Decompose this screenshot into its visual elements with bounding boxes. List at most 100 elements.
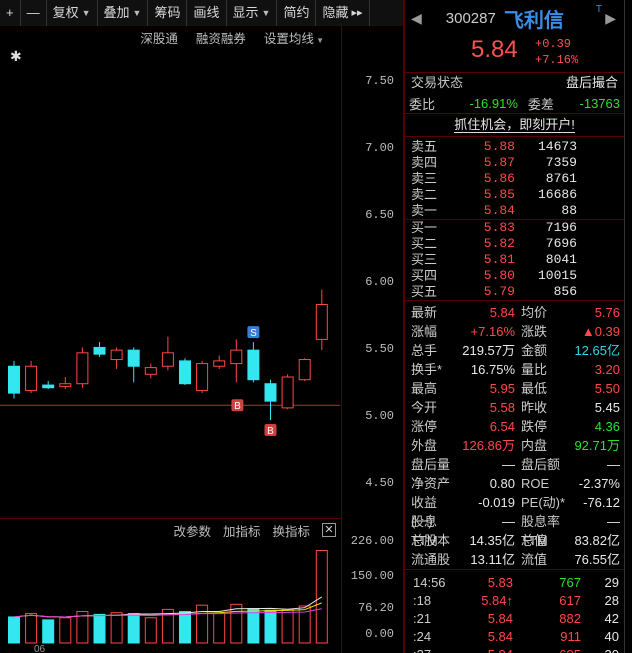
ask-row[interactable]: 卖五 5.88 14673 [405, 139, 624, 155]
diejia-button[interactable]: 叠加 ▼ [98, 0, 149, 26]
stat-row: 换手* 16.75% 量比 3.20 [405, 360, 624, 379]
bid-volume: 856 [553, 284, 577, 299]
tick-volume: 617 [559, 593, 581, 608]
stat-row: 涨停 6.54 跌停 4.36 [405, 417, 624, 436]
price-label: 6.50 [365, 207, 394, 222]
zoom-out-button[interactable]: — [21, 0, 47, 26]
stat-key: 股息率TTM [521, 514, 561, 548]
zoom-in-button[interactable]: + [0, 0, 21, 26]
stat-value: 5.95 [489, 381, 515, 396]
chart-divider [0, 518, 342, 519]
huanzhibiao-button[interactable]: 换指标 [272, 521, 310, 540]
bid-price: 5.79 [483, 284, 515, 299]
candle-body [247, 349, 260, 381]
jianyue-button[interactable]: 简约 [277, 0, 317, 26]
junxian-label: 设置均线 [263, 31, 314, 46]
candle-body [144, 367, 157, 375]
volume-bar [127, 613, 140, 644]
star-icon: ✱ [10, 48, 22, 64]
candle-body [127, 349, 140, 367]
kline-chart[interactable]: ✱ S B B [0, 48, 340, 518]
weicha-label: 委差 [527, 96, 554, 112]
chart-toolbar: + — 复权 ▼ 叠加 ▼ 筹码 画线 显示 ▼ 简约 隐藏 ▸▸ [0, 0, 404, 26]
volume-chart[interactable] [0, 540, 340, 653]
bid-label: 买二 [411, 236, 438, 251]
volume-bar [25, 613, 38, 644]
order-book-asks: 卖五 5.88 14673 卖四 5.87 7359 卖三 5.86 8761 … [405, 137, 624, 219]
shengutong-link[interactable]: 深股通 [140, 28, 178, 47]
stat-value: — [502, 457, 515, 472]
tick-volume: 911 [560, 629, 581, 644]
xianshi-button[interactable]: 显示 ▼ [227, 0, 278, 26]
fuquan-button[interactable]: 复权 ▼ [47, 0, 98, 26]
stat-key: 跌停 [521, 419, 548, 434]
last-price: 5.84 [471, 36, 518, 63]
ask-label: 卖三 [411, 171, 438, 186]
change-percent: +7.16% [535, 53, 579, 67]
candle-body [179, 360, 191, 385]
bid-price: 5.83 [483, 220, 515, 235]
stat-key: 流通股 [411, 552, 451, 567]
bid-row[interactable]: 买五 5.79 856 [405, 284, 624, 300]
ask-row[interactable]: 卖三 5.86 8761 [405, 171, 624, 187]
chevron-down-icon: ▼ [313, 35, 324, 45]
indicator-toolbar: 改参数 加指标 换指标 ✕ [0, 520, 340, 540]
weibi-value: -16.91% [469, 95, 518, 111]
price-label: 5.00 [365, 409, 394, 424]
ask-volume: 88 [561, 203, 577, 218]
stat-row: 股息TTM — 股息率TTM — [405, 512, 624, 548]
stat-key: 盘后量 [411, 457, 451, 472]
bid-row[interactable]: 买一 5.83 7196 [405, 220, 624, 236]
chevron-down-icon: ▼ [132, 8, 142, 18]
stat-row: 外盘 126.86万 内盘 92.71万 [405, 436, 624, 455]
stat-key: 总手 [411, 343, 438, 358]
candle-body [93, 346, 106, 355]
yincang-button[interactable]: 隐藏 ▸▸ [316, 0, 370, 26]
stat-key: 总股本 [411, 533, 451, 548]
change-amount: +0.39 [535, 37, 572, 51]
chart-subtoolbar: 深股通 融资融券 设置均线 ▼ [0, 27, 340, 47]
bid-row[interactable]: 买三 5.81 8041 [405, 252, 624, 268]
ask-volume: 16686 [537, 187, 577, 202]
candle-body [230, 349, 243, 365]
ask-label: 卖二 [411, 187, 438, 202]
prev-stock-button[interactable]: ◀ [411, 10, 422, 27]
vol-label: 76.20 [357, 601, 394, 615]
tick-price: 5.84 [453, 646, 513, 653]
bid-volume: 8041 [545, 252, 577, 267]
junxian-setting[interactable]: 设置均线 ▼ [264, 28, 324, 47]
volume-bar [247, 608, 260, 644]
stat-key: 最高 [411, 381, 438, 396]
stat-key: 金额 [521, 343, 548, 358]
candle-body [25, 365, 38, 391]
stat-row: 最新 5.84 均价 5.76 [405, 303, 624, 322]
promo-link[interactable]: 抓住机会，即刻开户! [405, 114, 624, 136]
rongzi-link[interactable]: 融资融券 [196, 28, 246, 47]
ask-row[interactable]: 卖四 5.87 7359 [405, 155, 624, 171]
stat-key: 最低 [521, 381, 548, 396]
stat-value: — [607, 514, 620, 529]
vol-label: 150.00 [350, 569, 394, 583]
price-label: 4.50 [365, 476, 394, 491]
bid-row[interactable]: 买二 5.82 7696 [405, 236, 624, 252]
stat-value: — [607, 457, 620, 472]
chevron-down-icon: ▼ [81, 8, 91, 18]
next-stock-button[interactable]: ▶ [605, 10, 616, 27]
stat-value: 14.35亿 [469, 533, 515, 548]
chouma-button[interactable]: 筹码 [148, 0, 188, 26]
ask-row[interactable]: 卖一 5.84 88 [405, 203, 624, 219]
bid-row[interactable]: 买四 5.80 10015 [405, 268, 624, 284]
stat-row: 盘后量 — 盘后额 — [405, 455, 624, 474]
close-indicator-button[interactable]: ✕ [322, 523, 336, 537]
huaxian-button[interactable]: 画线 [187, 0, 227, 26]
volume-bar [213, 613, 226, 644]
stat-row: 总股本 14.35亿 总值 83.82亿 [405, 531, 624, 550]
gaicanshu-button[interactable]: 改参数 [173, 521, 211, 540]
candle-body [76, 352, 89, 385]
vol-label: 226.00 [350, 534, 394, 548]
price-box: 5.84 +0.39 +7.16% [405, 36, 624, 68]
trade-status-row: 交易状态 盘后撮合 [405, 73, 624, 93]
tick-volume: 882 [559, 611, 581, 626]
jiazhibiao-button[interactable]: 加指标 [223, 521, 261, 540]
ask-row[interactable]: 卖二 5.85 16686 [405, 187, 624, 203]
